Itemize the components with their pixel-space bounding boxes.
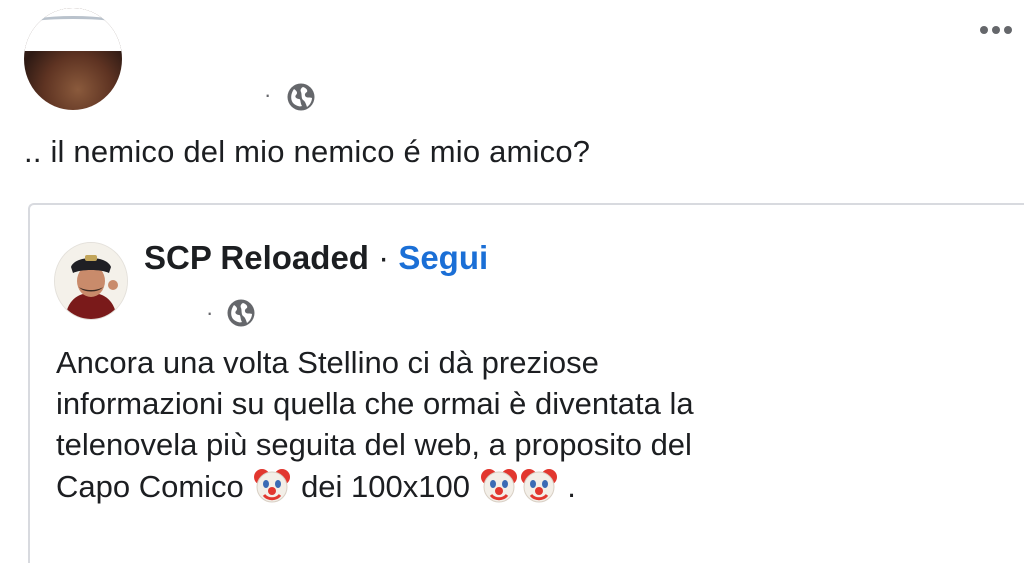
clown-face-icon: [480, 469, 517, 503]
author-avatar[interactable]: [24, 8, 122, 110]
text-fragment: dei 100x100: [301, 469, 470, 504]
text-fragment: Capo Comico: [56, 469, 244, 504]
shared-meta-separator: ·: [206, 300, 214, 325]
more-options-icon[interactable]: [980, 20, 1024, 40]
clown-face-icon: [254, 469, 291, 503]
shared-text-line: informazioni su quella che ormai è diven…: [56, 386, 694, 421]
shared-text-line: telenovela più seguita del web, a propos…: [56, 427, 692, 462]
text-fragment: .: [567, 469, 576, 504]
meta-separator: ·: [264, 82, 272, 107]
page-avatar[interactable]: [54, 242, 128, 320]
page-name-link[interactable]: SCP Reloaded: [144, 239, 369, 276]
name-separator: ·: [378, 239, 390, 276]
shared-text-line: Capo Comico dei 100x100 .: [56, 465, 996, 507]
shared-page-header: SCP Reloaded · Segui: [144, 236, 488, 280]
clown-face-icon: [520, 469, 557, 503]
post-text: .. il nemico del mio nemico é mio amico?: [24, 134, 591, 169]
follow-button[interactable]: Segui: [398, 239, 488, 276]
globe-icon[interactable]: [226, 298, 256, 328]
globe-icon[interactable]: [286, 82, 316, 112]
shared-post-text: Ancora una volta Stellino ci dà preziose…: [56, 342, 996, 507]
shared-text-line: Ancora una volta Stellino ci dà preziose: [56, 345, 599, 380]
